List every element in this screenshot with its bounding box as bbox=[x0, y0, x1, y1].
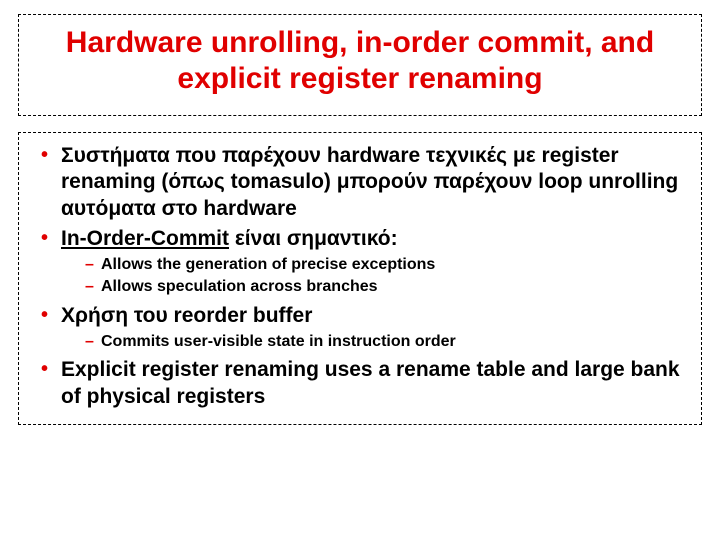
bullet-item: Χρήση του reorder buffer Commits user-vi… bbox=[37, 303, 683, 354]
underlined-text: In-Order-Commit bbox=[61, 227, 229, 250]
sub-list: Commits user-visible state in instructio… bbox=[61, 331, 683, 353]
bullet-item: Συστήματα που παρέχουν hardware τεχνικές… bbox=[37, 143, 683, 222]
bullet-list: Συστήματα που παρέχουν hardware τεχνικές… bbox=[37, 143, 683, 410]
bullet-item: Explicit register renaming uses a rename… bbox=[37, 357, 683, 410]
title-box: Hardware unrolling, in-order commit, and… bbox=[18, 14, 702, 116]
body-box: Συστήματα που παρέχουν hardware τεχνικές… bbox=[18, 132, 702, 425]
bullet-item: In-Order-Commit είναι σημαντικό: Allows … bbox=[37, 226, 683, 299]
slide-title: Hardware unrolling, in-order commit, and… bbox=[35, 25, 685, 97]
bullet-text: είναι σημαντικό: bbox=[229, 227, 398, 250]
sub-item: Allows the generation of precise excepti… bbox=[61, 254, 683, 276]
slide: Hardware unrolling, in-order commit, and… bbox=[0, 0, 720, 540]
bullet-text: Χρήση του reorder buffer bbox=[61, 304, 312, 327]
sub-list: Allows the generation of precise excepti… bbox=[61, 254, 683, 299]
sub-item: Allows speculation across branches bbox=[61, 276, 683, 298]
sub-item: Commits user-visible state in instructio… bbox=[61, 331, 683, 353]
